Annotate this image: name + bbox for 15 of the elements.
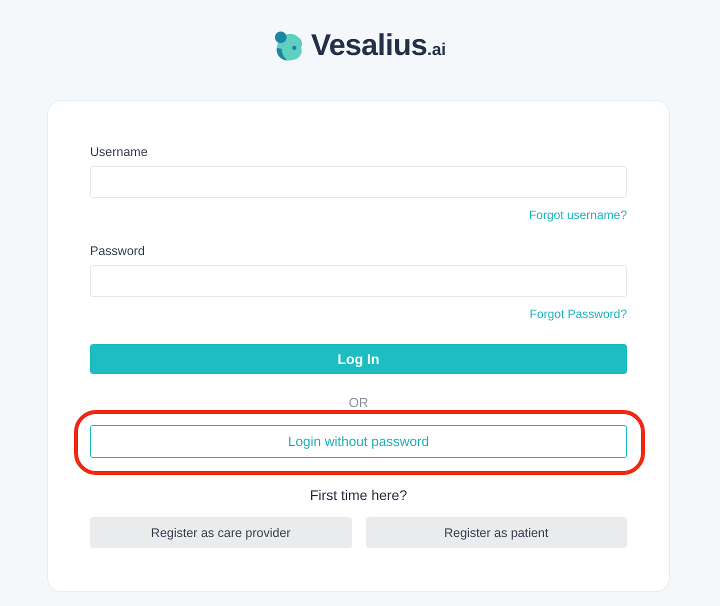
- logo-icon: [274, 30, 303, 62]
- register-button[interactable]: Register as patient: [366, 517, 627, 548]
- register-button[interactable]: Register as care provider: [90, 517, 352, 548]
- brand-name: Vesalius: [311, 29, 428, 63]
- separator-text: OR: [348, 396, 368, 410]
- input-field[interactable]: [90, 166, 627, 198]
- login-button[interactable]: Log In: [90, 344, 627, 374]
- forgot-link[interactable]: Forgot username?: [528, 207, 627, 223]
- field-label: Username: [90, 144, 148, 160]
- register-prompt: First time here?: [310, 486, 408, 504]
- input-field[interactable]: [90, 265, 627, 297]
- forgot-link[interactable]: Forgot Password?: [530, 306, 627, 322]
- passwordless-login-button[interactable]: Login without password: [90, 425, 627, 458]
- brand-suffix: .ai: [427, 40, 446, 60]
- field-label: Password: [90, 243, 145, 259]
